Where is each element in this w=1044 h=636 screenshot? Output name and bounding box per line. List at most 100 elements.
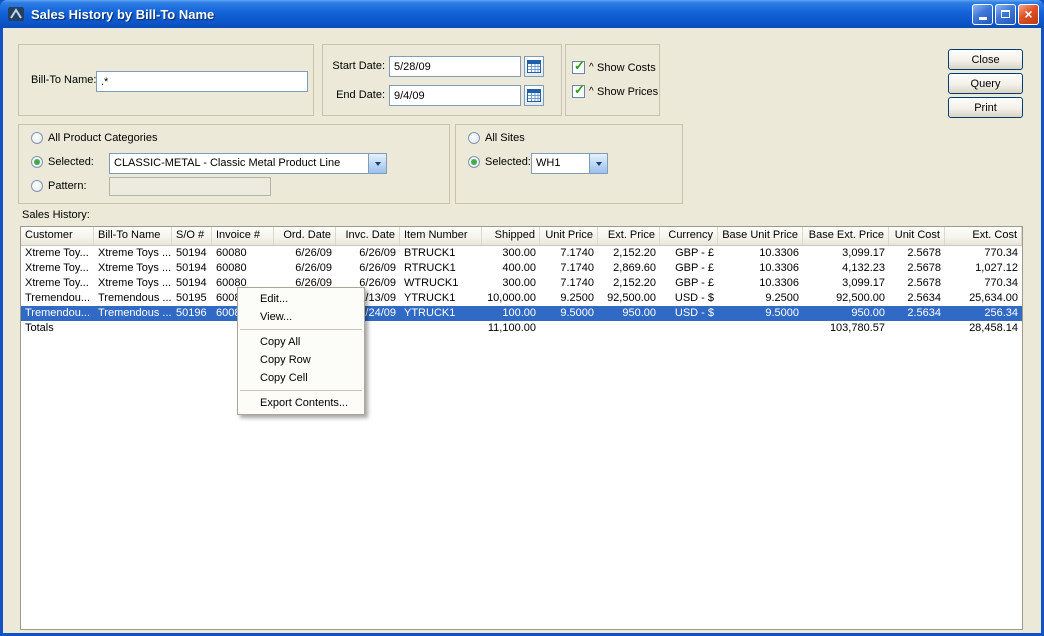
cell-base-ext-price[interactable]: 950.00 xyxy=(803,306,889,321)
cell-bill-to-name[interactable]: Tremendous ... xyxy=(94,306,172,321)
column-header-unit-price[interactable]: Unit Price xyxy=(540,227,598,245)
column-header-unit-cost[interactable]: Unit Cost xyxy=(889,227,945,245)
column-header-invoice-[interactable]: Invoice # xyxy=(212,227,274,245)
print-button[interactable]: Print xyxy=(948,97,1023,118)
cell-base-ext-price[interactable]: 3,099.17 xyxy=(803,246,889,261)
cell-base-unit-price[interactable]: 9.5000 xyxy=(718,306,803,321)
query-button[interactable]: Query xyxy=(948,73,1023,94)
column-header-base-ext-price[interactable]: Base Ext. Price xyxy=(803,227,889,245)
cell-customer[interactable]: Xtreme Toy... xyxy=(21,246,94,261)
selected-site-radio[interactable] xyxy=(468,156,480,168)
show-prices-checkbox[interactable]: ✓ xyxy=(572,85,585,98)
start-date-input[interactable] xyxy=(389,56,521,77)
cell-shipped[interactable]: 400.00 xyxy=(482,261,540,276)
column-header-bill-to-name[interactable]: Bill-To Name xyxy=(94,227,172,245)
cell-ext-price[interactable]: 2,869.60 xyxy=(598,261,660,276)
cell-shipped[interactable]: 300.00 xyxy=(482,246,540,261)
menu-item-copy-all[interactable]: Copy All xyxy=(238,333,364,351)
cell-bill-to-name[interactable]: Tremendous ... xyxy=(94,291,172,306)
all-product-categories-radio[interactable] xyxy=(31,132,43,144)
column-header-ext-price[interactable]: Ext. Price xyxy=(598,227,660,245)
cell-customer[interactable]: Tremendou... xyxy=(21,306,94,321)
cell-ext-cost[interactable]: 770.34 xyxy=(945,246,1022,261)
cell-ext-cost[interactable]: 25,634.00 xyxy=(945,291,1022,306)
cell-s-o-[interactable]: 50194 xyxy=(172,261,212,276)
all-sites-radio[interactable] xyxy=(468,132,480,144)
cell-invc-date[interactable]: 6/26/09 xyxy=(336,261,400,276)
cell-item-number[interactable]: WTRUCK1 xyxy=(400,276,482,291)
product-category-dropdown[interactable]: CLASSIC-METAL - Classic Metal Product Li… xyxy=(109,153,387,174)
menu-item-copy-row[interactable]: Copy Row xyxy=(238,351,364,369)
close-button[interactable]: Close xyxy=(948,49,1023,70)
table-row[interactable]: Xtreme Toy...Xtreme Toys ...50194600806/… xyxy=(21,261,1022,276)
site-dropdown[interactable]: WH1 xyxy=(531,153,608,174)
cell-base-ext-price[interactable]: 4,132.23 xyxy=(803,261,889,276)
cell-bill-to-name[interactable]: Xtreme Toys ... xyxy=(94,276,172,291)
cell-ext-price[interactable]: 92,500.00 xyxy=(598,291,660,306)
cell-s-o-[interactable]: 50194 xyxy=(172,246,212,261)
title-bar[interactable]: Sales History by Bill-To Name × xyxy=(0,0,1044,28)
show-costs-checkbox[interactable]: ✓ xyxy=(572,61,585,74)
cell-item-number[interactable]: YTRUCK1 xyxy=(400,291,482,306)
table-row[interactable]: Xtreme Toy...Xtreme Toys ...50194600806/… xyxy=(21,246,1022,261)
cell-ext-cost[interactable]: 770.34 xyxy=(945,276,1022,291)
app-icon[interactable] xyxy=(7,5,25,23)
cell-base-unit-price[interactable]: 10.3306 xyxy=(718,261,803,276)
cell-item-number[interactable]: BTRUCK1 xyxy=(400,246,482,261)
cell-s-o-[interactable]: 50194 xyxy=(172,276,212,291)
cell-s-o-[interactable]: 50195 xyxy=(172,291,212,306)
cell-unit-price[interactable]: 9.2500 xyxy=(540,291,598,306)
cell-bill-to-name[interactable]: Xtreme Toys ... xyxy=(94,261,172,276)
close-window-button[interactable]: × xyxy=(1018,4,1039,25)
maximize-button[interactable] xyxy=(995,4,1016,25)
end-date-calendar-button[interactable] xyxy=(524,85,544,106)
cell-ord-date[interactable]: 6/26/09 xyxy=(274,261,336,276)
cell-unit-price[interactable]: 7.1740 xyxy=(540,261,598,276)
cell-invoice-[interactable]: 60080 xyxy=(212,246,274,261)
cell-item-number[interactable]: YTRUCK1 xyxy=(400,306,482,321)
cell-invc-date[interactable]: 6/26/09 xyxy=(336,246,400,261)
column-header-invc-date[interactable]: Invc. Date xyxy=(336,227,400,245)
cell-currency[interactable]: GBP - £ xyxy=(660,246,718,261)
cell-customer[interactable]: Tremendou... xyxy=(21,291,94,306)
column-header-shipped[interactable]: Shipped xyxy=(482,227,540,245)
column-header-customer[interactable]: Customer xyxy=(21,227,94,245)
pattern-input[interactable] xyxy=(109,177,271,196)
dropdown-arrow-button[interactable] xyxy=(589,154,607,173)
column-header-ord-date[interactable]: Ord. Date xyxy=(274,227,336,245)
cell-shipped[interactable]: 300.00 xyxy=(482,276,540,291)
menu-item-view[interactable]: View... xyxy=(238,308,364,326)
bill-to-name-input[interactable] xyxy=(96,71,308,92)
cell-ext-price[interactable]: 2,152.20 xyxy=(598,276,660,291)
table-row[interactable]: Tremendou...Tremendous ...50196600828/24… xyxy=(21,306,1022,321)
cell-currency[interactable]: GBP - £ xyxy=(660,276,718,291)
cell-invoice-[interactable]: 60080 xyxy=(212,261,274,276)
cell-item-number[interactable]: RTRUCK1 xyxy=(400,261,482,276)
dropdown-arrow-button[interactable] xyxy=(368,154,386,173)
cell-ext-price[interactable]: 950.00 xyxy=(598,306,660,321)
column-header-ext-cost[interactable]: Ext. Cost xyxy=(945,227,1022,245)
cell-unit-cost[interactable]: 2.5678 xyxy=(889,276,945,291)
cell-unit-cost[interactable]: 2.5678 xyxy=(889,246,945,261)
cell-customer[interactable]: Xtreme Toy... xyxy=(21,261,94,276)
cell-unit-price[interactable]: 7.1740 xyxy=(540,246,598,261)
cell-unit-cost[interactable]: 2.5634 xyxy=(889,306,945,321)
cell-currency[interactable]: USD - $ xyxy=(660,291,718,306)
cell-base-unit-price[interactable]: 9.2500 xyxy=(718,291,803,306)
cell-shipped[interactable]: 100.00 xyxy=(482,306,540,321)
pattern-radio[interactable] xyxy=(31,180,43,192)
selected-category-radio[interactable] xyxy=(31,156,43,168)
cell-unit-price[interactable]: 9.5000 xyxy=(540,306,598,321)
cell-ord-date[interactable]: 6/26/09 xyxy=(274,246,336,261)
column-header-s-o-[interactable]: S/O # xyxy=(172,227,212,245)
cell-ext-cost[interactable]: 1,027.12 xyxy=(945,261,1022,276)
column-header-item-number[interactable]: Item Number xyxy=(400,227,482,245)
minimize-button[interactable] xyxy=(972,4,993,25)
cell-base-ext-price[interactable]: 92,500.00 xyxy=(803,291,889,306)
cell-bill-to-name[interactable]: Xtreme Toys ... xyxy=(94,246,172,261)
cell-shipped[interactable]: 10,000.00 xyxy=(482,291,540,306)
cell-currency[interactable]: GBP - £ xyxy=(660,261,718,276)
cell-customer[interactable]: Xtreme Toy... xyxy=(21,276,94,291)
menu-item-edit[interactable]: Edit... xyxy=(238,290,364,308)
cell-unit-cost[interactable]: 2.5678 xyxy=(889,261,945,276)
